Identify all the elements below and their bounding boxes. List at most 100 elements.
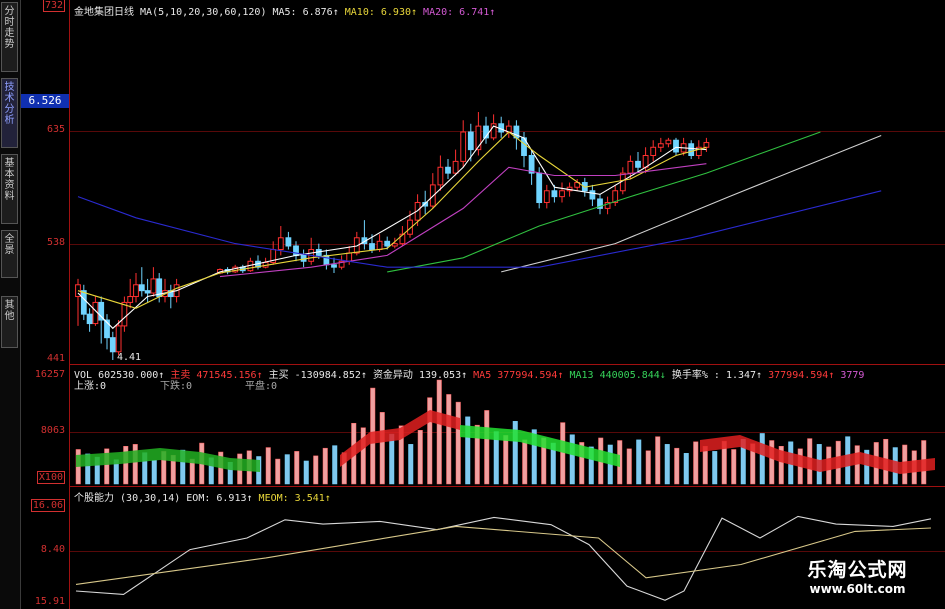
volume-bar	[417, 430, 423, 485]
volume-bar	[446, 394, 452, 485]
candle-down	[369, 243, 375, 251]
volume-bar	[626, 448, 632, 485]
ma-line-ma30	[387, 131, 821, 273]
vol-ma13-value: MA13 440005.844↓	[569, 370, 666, 381]
volume-bar	[560, 422, 566, 485]
volume-bar	[284, 454, 290, 485]
volume-bar	[569, 434, 575, 485]
candle-down	[467, 131, 474, 151]
volume-bar	[265, 447, 271, 485]
main-buy-value: 主买 -130984.852↑	[268, 370, 367, 381]
indicator-params: (30,30,14)	[120, 493, 181, 504]
volume-bar	[322, 447, 328, 485]
down-count: 下跌:0	[160, 381, 193, 392]
candle-up	[429, 184, 436, 207]
candle-down	[109, 337, 116, 353]
indicator-name: 个股能力	[74, 493, 114, 504]
capital-flow-band	[76, 448, 260, 472]
candle-down	[80, 290, 87, 315]
candle-up	[627, 160, 634, 174]
volume-bar	[674, 447, 680, 485]
volume-bar	[151, 460, 157, 485]
candle-up	[642, 155, 649, 168]
volume-bar	[522, 439, 528, 485]
candle-down	[331, 264, 337, 268]
candle-down	[138, 284, 145, 292]
volume-bar	[731, 449, 737, 485]
candle-down	[86, 313, 93, 325]
eom-value: EOM: 6.913↑	[186, 493, 253, 504]
candle-down	[528, 155, 535, 174]
candle-up	[452, 160, 459, 174]
volume-bar	[636, 439, 642, 485]
volume-bar	[503, 435, 509, 485]
volume-bar	[693, 441, 699, 485]
candle-down	[673, 139, 679, 153]
volume-bar	[389, 433, 395, 485]
volume-bar	[379, 412, 385, 485]
turnover-value: 换手率% : 1.347↑	[671, 370, 763, 381]
candle-up	[376, 240, 383, 251]
low-price-label: 4.41	[117, 352, 142, 363]
candle-up	[665, 139, 672, 145]
volume-bar	[294, 451, 300, 485]
volume-bar	[313, 455, 319, 485]
candle-down	[98, 301, 105, 321]
ma-line-ma20	[219, 163, 707, 278]
candle-up	[277, 237, 284, 251]
flat-count: 平盘:0	[245, 381, 278, 392]
advance-decline-row: 上涨:0	[74, 377, 106, 392]
candle-down	[323, 254, 330, 266]
candle-up	[150, 278, 157, 294]
candle-down	[293, 245, 299, 256]
volume-bar	[645, 450, 651, 485]
candle-up	[115, 325, 122, 353]
volume-bar	[712, 451, 718, 485]
vol-ma5-value: MA5 377994.594↑	[473, 370, 564, 381]
trailing-value-1: 377994.594↑	[768, 370, 835, 381]
ma-line-ma120	[77, 190, 882, 268]
trailing-value-2: 3779	[840, 370, 865, 381]
candle-down	[688, 143, 695, 157]
up-count: 上涨:0	[74, 381, 107, 392]
watermark-url: www.60lt.com	[809, 582, 906, 596]
volume-header: VOL 602530.000↑ 主卖 471545.156↑ 主买 -13098…	[74, 366, 864, 381]
stock-chart-canvas	[75, 112, 935, 601]
candle-up	[543, 190, 550, 204]
volume-bar	[655, 436, 661, 485]
stock-name: 金地集团日线	[74, 7, 134, 18]
candle-up	[657, 143, 664, 148]
capital-flow-value: 资金异动 139.053↑	[372, 370, 468, 381]
candle-down	[445, 166, 451, 174]
volume-bar	[275, 458, 281, 485]
meom-value: MEOM: 3.541↑	[258, 493, 331, 504]
candle-up	[127, 296, 134, 303]
volume-bar	[332, 445, 338, 485]
candle-up	[703, 142, 710, 148]
watermark-title: 乐淘公式网	[807, 559, 908, 581]
ma10-value: MA10: 6.930↑	[344, 7, 418, 18]
volume-bar	[303, 460, 309, 485]
candle-up	[650, 146, 657, 157]
volume-bar	[484, 410, 490, 485]
capital-flow-band	[460, 425, 620, 467]
candle-up	[346, 252, 353, 262]
candle-up	[121, 301, 128, 327]
ma20-value: MA20: 6.741↑	[423, 7, 496, 18]
price-header: 金地集团日线 MA(5,10,20,30,60,120) MA5: 6.876↑…	[74, 3, 495, 18]
volume-bar	[408, 444, 414, 485]
volume-bar	[683, 453, 689, 485]
ma5-value: MA5: 6.876↑	[272, 7, 339, 18]
candle-down	[589, 190, 596, 200]
candle-up	[460, 131, 467, 162]
volume-bar	[664, 444, 670, 485]
candle-down	[285, 237, 292, 247]
ma-line-ma10	[77, 131, 707, 309]
watermark: 乐淘公式网 www.60lt.com	[770, 555, 945, 609]
ma-params: MA(5,10,20,30,60,120)	[140, 7, 267, 18]
candle-up	[437, 166, 444, 186]
volume-bar	[455, 401, 461, 485]
candle-up	[559, 190, 565, 198]
candle-down	[536, 172, 543, 204]
candle-down	[635, 160, 641, 168]
